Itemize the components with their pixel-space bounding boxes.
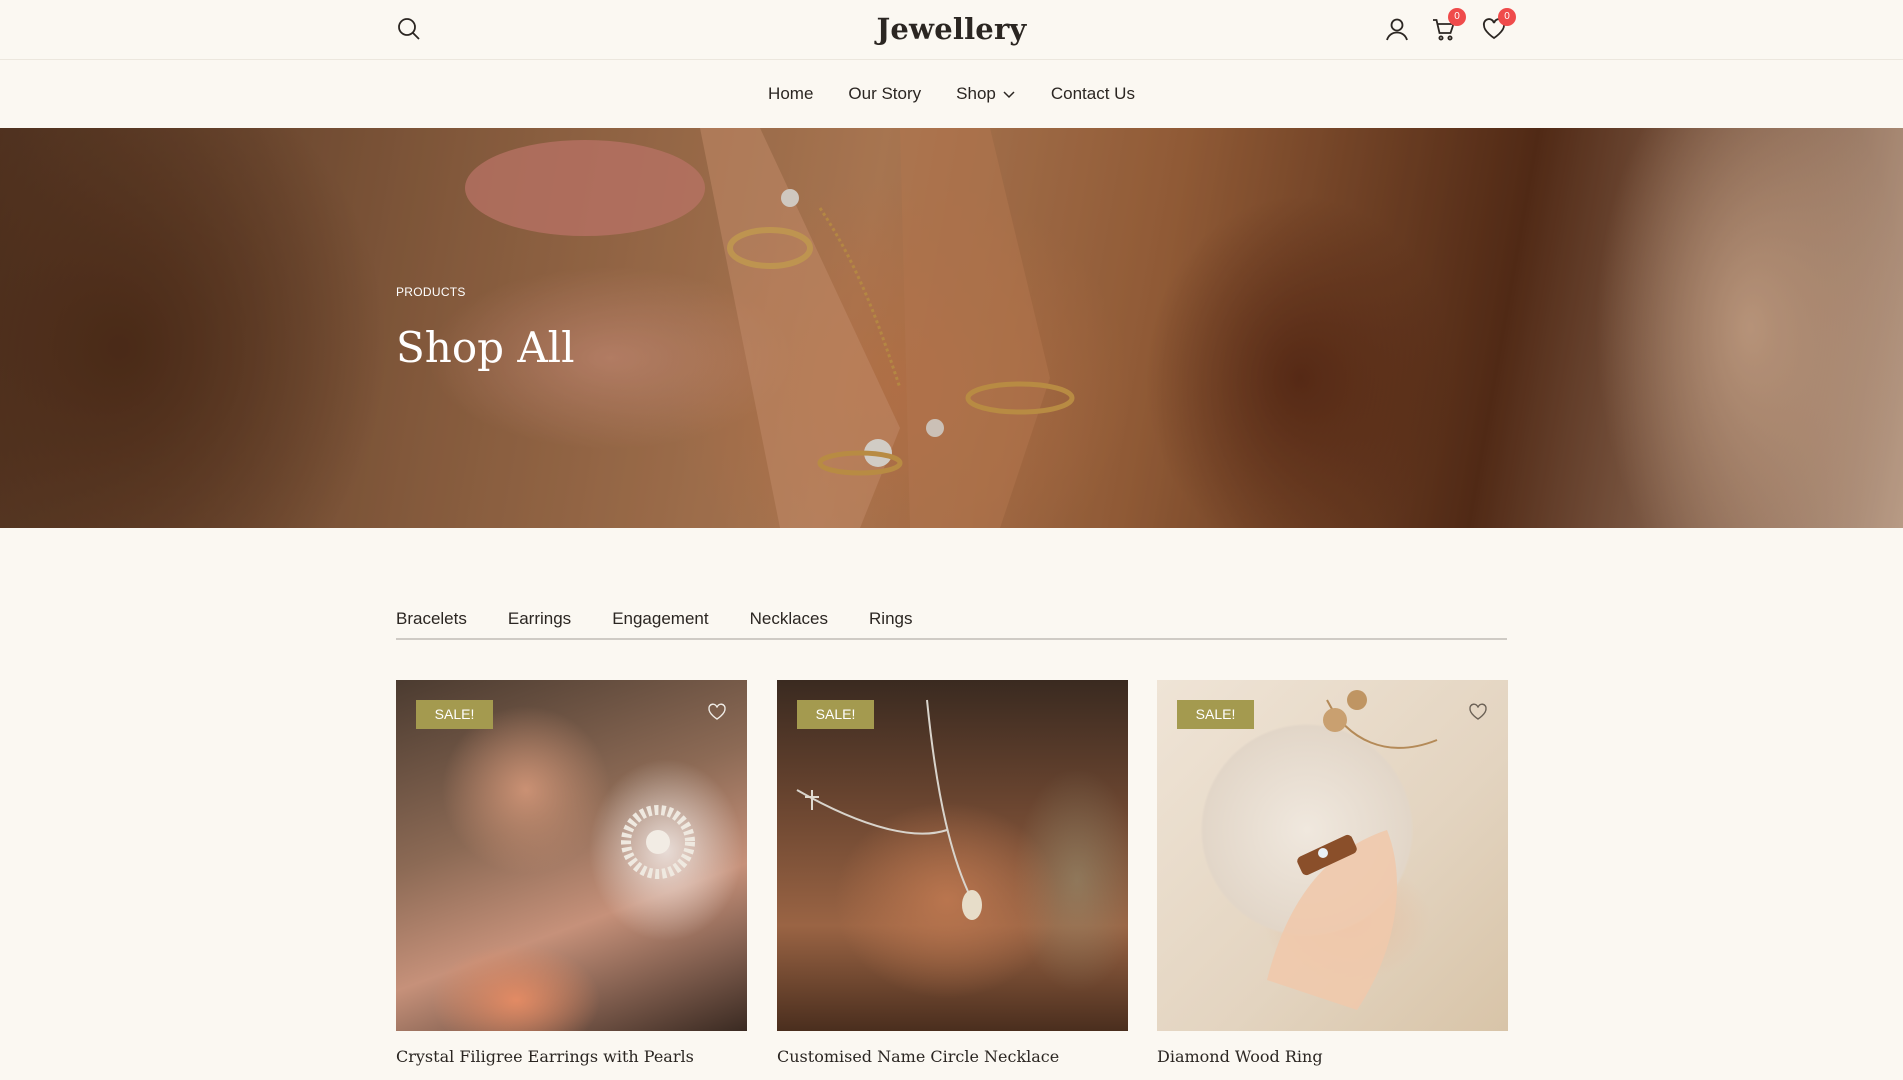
product-name[interactable]: Crystal Filigree Earrings with Pearls bbox=[396, 1047, 747, 1066]
product-card: SALE! Diamond Wood Ring bbox=[1157, 680, 1508, 1066]
nav-our-story-label: Our Story bbox=[848, 84, 922, 103]
product-image[interactable]: SALE! bbox=[777, 680, 1128, 1031]
product-image[interactable]: SALE! bbox=[396, 680, 747, 1031]
hero-overlay bbox=[0, 128, 1903, 528]
tab-rings[interactable]: Rings bbox=[869, 603, 912, 638]
chevron-down-icon bbox=[1003, 91, 1015, 99]
nav-our-story[interactable]: Our Story bbox=[848, 84, 921, 104]
tab-bracelets[interactable]: Bracelets bbox=[396, 603, 467, 638]
main-nav: Home Our Story Shop Contact Us bbox=[0, 60, 1903, 128]
tab-earrings[interactable]: Earrings bbox=[508, 603, 571, 638]
hero-banner: PRODUCTS Shop All bbox=[0, 128, 1903, 528]
wishlist-heart-icon[interactable] bbox=[1468, 702, 1488, 722]
ring-illustration bbox=[1267, 690, 1438, 1010]
nav-home[interactable]: Home bbox=[768, 84, 813, 104]
product-name[interactable]: Diamond Wood Ring bbox=[1157, 1047, 1508, 1066]
wishlist-count-badge: 0 bbox=[1498, 8, 1516, 26]
tab-necklaces[interactable]: Necklaces bbox=[750, 603, 828, 638]
product-image[interactable]: SALE! bbox=[1157, 680, 1508, 1031]
sale-badge: SALE! bbox=[416, 700, 493, 729]
page-title: Shop All bbox=[396, 323, 575, 372]
nav-home-label: Home bbox=[768, 84, 814, 103]
nav-contact-label: Contact Us bbox=[1050, 84, 1135, 103]
sale-badge: SALE! bbox=[797, 700, 874, 729]
brand-logo[interactable]: Jewellery bbox=[0, 12, 1903, 46]
nav-shop-label: Shop bbox=[956, 84, 996, 103]
product-card: SALE! Crystal Filigree Earrings with Pea… bbox=[396, 680, 747, 1066]
nav-contact-us[interactable]: Contact Us bbox=[1051, 84, 1135, 104]
tab-engagement[interactable]: Engagement bbox=[612, 603, 708, 638]
cart-button[interactable]: 0 bbox=[1431, 8, 1466, 42]
nav-shop[interactable]: Shop bbox=[956, 84, 1016, 104]
necklace-illustration bbox=[796, 699, 982, 920]
category-tabs: Bracelets Earrings Engagement Necklaces … bbox=[396, 603, 1507, 640]
account-icon[interactable] bbox=[1384, 16, 1410, 42]
product-card: SALE! Customised Name Circle Necklace bbox=[777, 680, 1128, 1066]
sale-badge: SALE! bbox=[1177, 700, 1254, 729]
top-header: Jewellery 0 0 bbox=[0, 0, 1903, 60]
wishlist-heart-icon[interactable] bbox=[707, 702, 727, 722]
hero-eyebrow: PRODUCTS bbox=[396, 285, 466, 299]
wishlist-button[interactable]: 0 bbox=[1481, 8, 1516, 42]
earring-illustration bbox=[621, 805, 695, 879]
product-name[interactable]: Customised Name Circle Necklace bbox=[777, 1047, 1128, 1066]
cart-count-badge: 0 bbox=[1448, 8, 1466, 26]
